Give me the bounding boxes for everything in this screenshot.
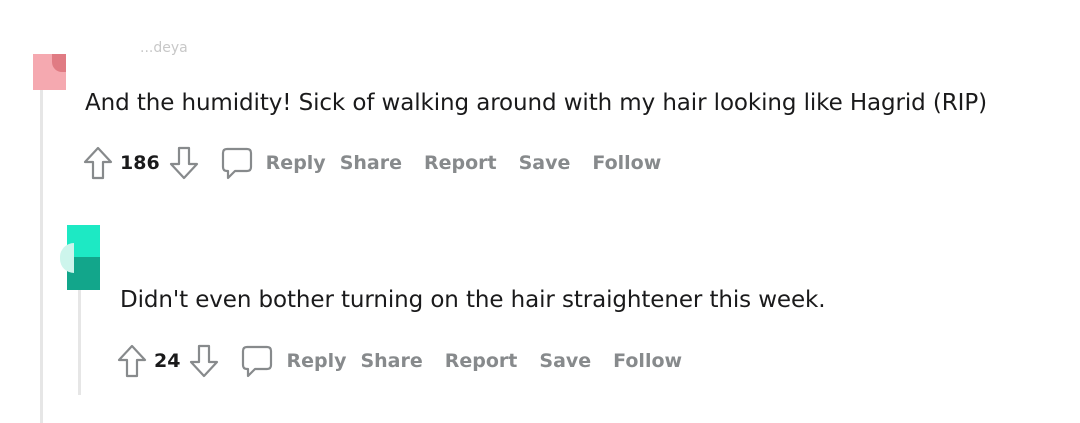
reply-label: Reply <box>286 350 347 372</box>
comment-author[interactable]: ...deya <box>140 40 188 56</box>
comment-body: And the humidity! Sick of walking around… <box>85 90 987 116</box>
reply-label: Reply <box>265 152 326 174</box>
comment-actions: 24 Reply Share Report Save Follow <box>116 341 704 381</box>
thread-line-main[interactable] <box>40 60 43 423</box>
share-button[interactable]: Share <box>360 350 422 372</box>
vote-count: 24 <box>154 350 181 372</box>
reply-button[interactable]: Reply <box>240 343 346 379</box>
save-button[interactable]: Save <box>539 350 591 372</box>
vote-count: 186 <box>120 152 160 174</box>
share-button[interactable]: Share <box>340 152 402 174</box>
arrow-down-icon[interactable] <box>168 145 200 181</box>
report-button[interactable]: Report <box>445 350 518 372</box>
reply-button[interactable]: Reply <box>220 145 326 181</box>
comment-actions: 186 Reply Share Report Save Follow <box>82 143 683 183</box>
thread-line-reply[interactable] <box>78 290 81 395</box>
report-button[interactable]: Report <box>424 152 497 174</box>
arrow-up-icon[interactable] <box>82 145 114 181</box>
save-button[interactable]: Save <box>519 152 571 174</box>
avatar[interactable] <box>60 225 100 290</box>
avatar[interactable] <box>33 54 66 90</box>
arrow-up-icon[interactable] <box>116 343 148 379</box>
follow-button[interactable]: Follow <box>592 152 661 174</box>
comment-bubble-icon <box>240 343 274 379</box>
arrow-down-icon[interactable] <box>188 343 220 379</box>
follow-button[interactable]: Follow <box>613 350 682 372</box>
comment-body: Didn't even bother turning on the hair s… <box>120 287 826 313</box>
comment-bubble-icon <box>220 145 254 181</box>
